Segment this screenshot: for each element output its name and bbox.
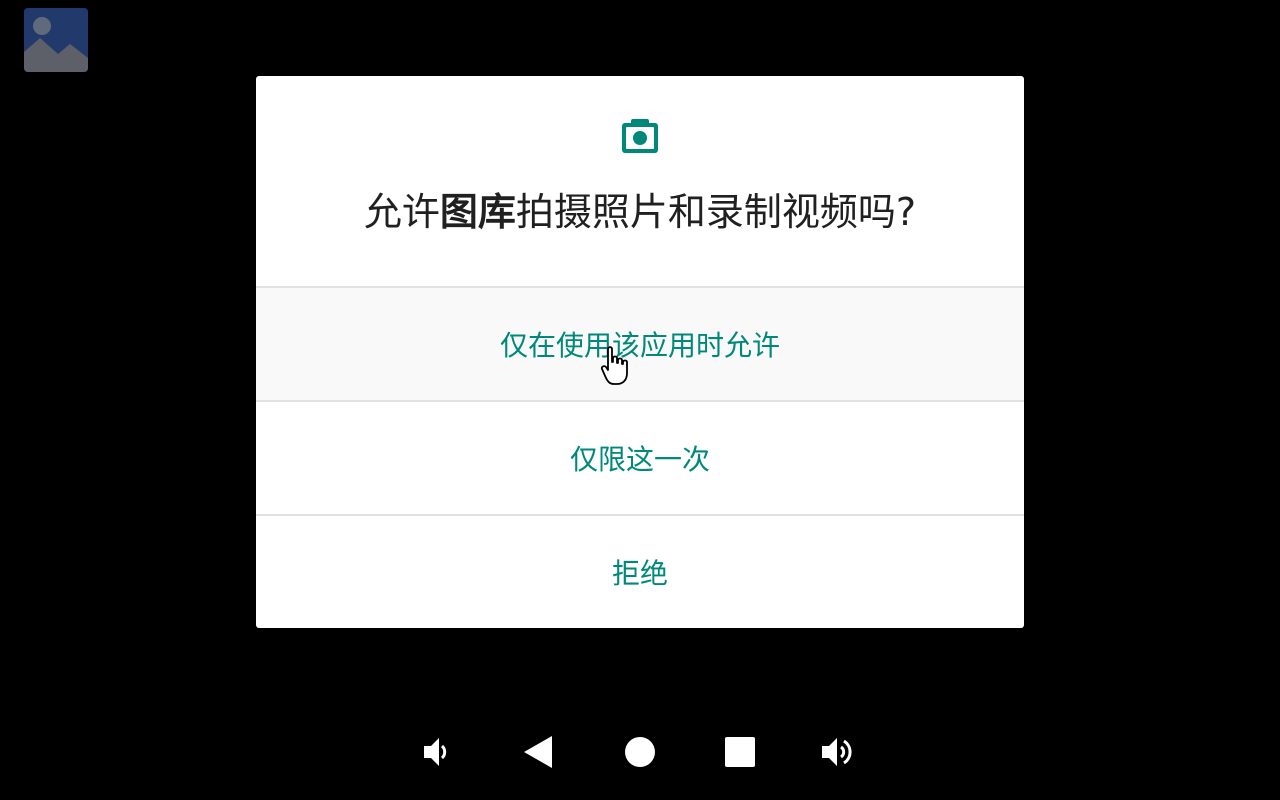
- title-suffix: 拍摄照片和录制视频吗?: [515, 190, 917, 234]
- recents-button[interactable]: [710, 722, 770, 782]
- navigation-bar: [0, 722, 1280, 782]
- volume-up-icon: [822, 738, 852, 766]
- title-prefix: 允许: [363, 190, 440, 234]
- deny-button[interactable]: 拒绝: [256, 516, 1024, 628]
- allow-while-using-button[interactable]: 仅在使用该应用时允许: [256, 288, 1024, 400]
- back-button[interactable]: [510, 722, 570, 782]
- back-icon: [524, 736, 552, 768]
- recents-icon: [725, 737, 755, 767]
- permission-dialog: 允许图库拍摄照片和录制视频吗? 仅在使用该应用时允许 仅限这一次 拒绝: [256, 76, 1024, 628]
- dialog-header: 允许图库拍摄照片和录制视频吗?: [256, 76, 1024, 286]
- option-label: 仅限这一次: [569, 443, 710, 476]
- dialog-title: 允许图库拍摄照片和录制视频吗?: [256, 188, 1024, 236]
- option-label: 仅在使用该应用时允许: [499, 329, 780, 362]
- home-icon: [625, 737, 655, 767]
- volume-down-button[interactable]: [410, 722, 470, 782]
- hand-cursor-icon: [600, 346, 628, 385]
- title-app-name: 图库: [439, 190, 516, 234]
- volume-down-icon: [424, 738, 447, 766]
- allow-once-button[interactable]: 仅限这一次: [256, 402, 1024, 514]
- volume-up-button[interactable]: [810, 722, 870, 782]
- option-label: 拒绝: [611, 557, 668, 590]
- gallery-app-icon: [24, 8, 88, 72]
- home-button[interactable]: [610, 722, 670, 782]
- camera-icon: [622, 119, 658, 153]
